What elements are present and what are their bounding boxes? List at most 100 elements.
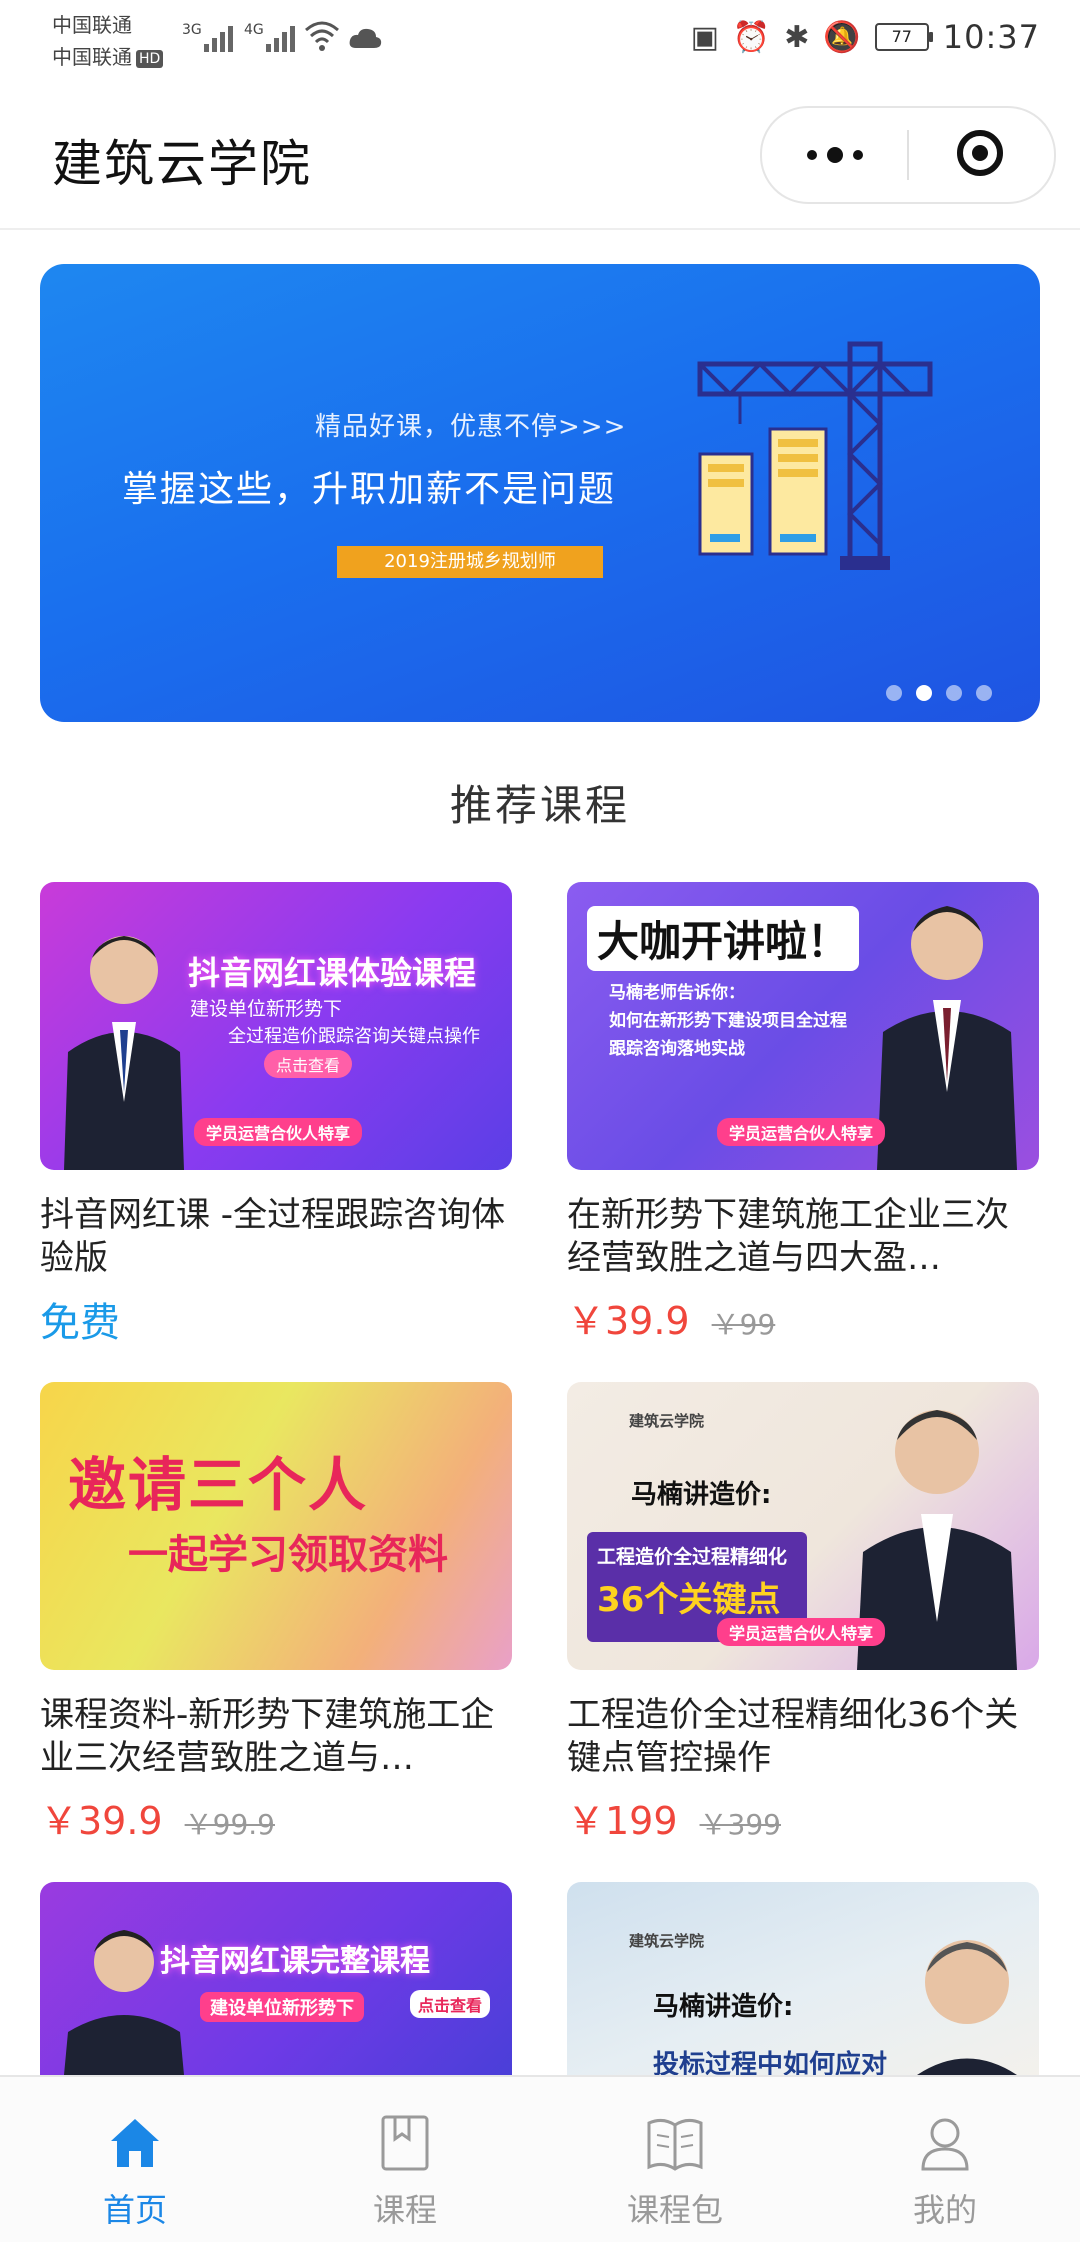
course-card[interactable]: 大咖开讲啦！ 马楠老师告诉你： 如何在新形势下建设项目全过程 跟踪咨询落地实战 …: [567, 882, 1039, 1345]
network-3g-label: 3G: [182, 22, 202, 38]
course-thumbnail: 抖音网红课体验课程 建设单位新形势下 全过程造价跟踪咨询关键点操作 点击查看 学…: [40, 882, 512, 1170]
course-card[interactable]: 抖音网红课完整课程 建设单位新形势下 点击查看: [40, 1882, 512, 2075]
thumb-button: 点击查看: [410, 1990, 491, 2018]
cloud-icon: [348, 26, 382, 54]
mute-icon: 🔕: [823, 19, 861, 55]
course-card[interactable]: 建筑云学院 马楠讲造价: 工程造价全过程精细化 36个关键点 学员运营合伙人特享…: [567, 1382, 1039, 1845]
teacher-photo: [867, 882, 1027, 1170]
carrier-2-label: 中国联通: [52, 45, 132, 69]
thumb-title: 抖音网红课体验课程: [188, 954, 477, 992]
promo-banner[interactable]: 精品好课，优惠不停>>> 掌握这些，升职加薪不是问题 2019注册城乡规划师: [40, 264, 1040, 722]
course-card[interactable]: 抖音网红课体验课程 建设单位新形势下 全过程造价跟踪咨询关键点操作 点击查看 学…: [40, 882, 512, 1348]
thumb-subtitle-2: 全过程造价跟踪咨询关键点操作: [228, 1026, 480, 1047]
bottom-tab-bar: 首页 课程 课程包 我的: [0, 2075, 1080, 2242]
course-card[interactable]: 邀请三个人 一起学习领取资料 课程资料-新形势下建筑施工企业三次经营致胜之道与……: [40, 1382, 512, 1845]
carousel-dot[interactable]: [886, 685, 902, 701]
thumb-subtitle-3: 跟踪咨询落地实战: [609, 1039, 745, 1059]
thumb-logo: 建筑云学院: [629, 1412, 705, 1430]
course-thumbnail: 邀请三个人 一起学习领取资料: [40, 1382, 512, 1670]
tab-mine[interactable]: 我的: [810, 2077, 1080, 2242]
thumb-subtitle: 工程造价全过程精细化: [597, 1546, 788, 1568]
tab-label: 课程: [372, 2191, 437, 2229]
teacher-photo: [54, 912, 194, 1170]
status-right-group: ▣ ⏰ ✱ 🔕 77 10:37: [691, 18, 1040, 56]
thumb-title: 大咖开讲啦！: [587, 906, 860, 971]
bluetooth-icon: ✱: [784, 19, 810, 55]
crane-illustration: [680, 334, 940, 578]
price-row: 免费: [40, 1290, 512, 1348]
capsule-divider: [907, 130, 909, 180]
banner-label: 2019注册城乡规划师: [337, 546, 603, 578]
thumb-subtitle: 建设单位新形势下: [200, 1992, 364, 2022]
course-title: 课程资料-新形势下建筑施工企业三次经营致胜之道与…: [40, 1695, 495, 1778]
thumb-title: 抖音网红课完整课程: [160, 1944, 430, 1979]
signal-bars-2-icon: [266, 22, 295, 52]
alarm-icon: ⏰: [732, 19, 771, 55]
course-title: 抖音网红课 -全过程跟踪咨询体验版: [40, 1195, 506, 1278]
course-thumbnail: 抖音网红课完整课程 建设单位新形势下 点击查看: [40, 1882, 512, 2075]
thumb-logo: 建筑云学院: [629, 1932, 705, 1950]
book-icon: [375, 2113, 435, 2173]
close-target-button[interactable]: [957, 130, 1003, 176]
home-icon: [105, 2113, 165, 2173]
price-row: ￥199 ￥399: [567, 1790, 1039, 1845]
section-title: 推荐课程: [449, 781, 630, 830]
status-bar: 中国联通 中国联通 HD 3G 4G ▣ ⏰ ✱ 🔕 77 10:37: [0, 0, 1080, 80]
thumb-subtitle-2: 如何在新形势下建设项目全过程: [609, 1011, 847, 1031]
open-book-icon: [645, 2113, 705, 2173]
wifi-icon: [304, 20, 340, 56]
thumb-subtitle: 马楠老师告诉你：: [609, 983, 745, 1003]
tab-course-package[interactable]: 课程包: [540, 2077, 810, 2242]
carousel-dots: [886, 685, 992, 701]
teacher-photo: [897, 1902, 1027, 2075]
price-row: ￥39.9 ￥99: [567, 1290, 1039, 1345]
thumb-subtitle-2: 36个关键点: [597, 1580, 781, 1620]
mini-program-capsule: [760, 106, 1056, 204]
carrier-2: 中国联通 HD: [52, 44, 164, 70]
user-icon: [915, 2113, 975, 2173]
thumb-button: 点击查看: [264, 1050, 353, 1078]
thumb-title: 马楠讲造价:: [631, 1480, 772, 1510]
thumb-title: 马楠讲造价:: [653, 1992, 794, 2022]
banner-headline: 掌握这些，升职加薪不是问题: [122, 469, 617, 510]
course-card[interactable]: 建筑云学院 马楠讲造价: 投标过程中如何应对: [567, 1882, 1039, 2075]
network-4g-label: 4G: [244, 22, 264, 38]
course-thumbnail: 大咖开讲啦！ 马楠老师告诉你： 如何在新形势下建设项目全过程 跟踪咨询落地实战 …: [567, 882, 1039, 1170]
course-price: ￥199: [567, 1799, 678, 1843]
tab-label: 课程包: [626, 2191, 723, 2229]
thumb-subtitle: 投标过程中如何应对: [653, 2050, 888, 2075]
carousel-dot[interactable]: [976, 685, 992, 701]
carousel-dot[interactable]: [946, 685, 962, 701]
course-thumbnail: 建筑云学院 马楠讲造价: 投标过程中如何应对: [567, 1882, 1039, 2075]
banner-tag: 精品好课，优惠不停>>>: [315, 412, 627, 442]
course-price: 免费: [40, 1300, 120, 1346]
thumb-title: 邀请三个人: [68, 1451, 369, 1519]
course-price: ￥39.9: [40, 1799, 163, 1843]
course-original-price: ￥399: [699, 1808, 781, 1841]
course-price: ￥39.9: [567, 1299, 690, 1343]
carousel-dot-active[interactable]: [916, 685, 932, 701]
thumb-subtitle: 建设单位新形势下: [190, 998, 343, 1020]
more-button[interactable]: [762, 108, 907, 202]
thumb-badge: 学员运营合伙人特享: [717, 1118, 886, 1146]
tab-course[interactable]: 课程: [270, 2077, 540, 2242]
signal-bars-1-icon: [204, 22, 233, 52]
hd-badge: HD: [136, 49, 164, 68]
course-thumbnail: 建筑云学院 马楠讲造价: 工程造价全过程精细化 36个关键点 学员运营合伙人特享: [567, 1382, 1039, 1670]
clock: 10:37: [942, 18, 1040, 56]
course-original-price: ￥99: [711, 1308, 776, 1341]
title-bar: 建筑云学院: [0, 80, 1080, 230]
course-original-price: ￥99.9: [184, 1808, 275, 1841]
course-title: 在新形势下建筑施工企业三次经营致胜之道与四大盈…: [567, 1195, 1009, 1278]
tab-label: 首页: [102, 2191, 167, 2229]
thumb-subtitle: 一起学习领取资料: [128, 1532, 448, 1578]
page-title: 建筑云学院: [52, 135, 312, 193]
tab-label: 我的: [912, 2191, 977, 2229]
tab-home[interactable]: 首页: [0, 2077, 270, 2242]
course-title: 工程造价全过程精细化36个关键点管控操作: [567, 1695, 1019, 1778]
thumb-badge: 学员运营合伙人特享: [194, 1118, 363, 1146]
price-row: ￥39.9 ￥99.9: [40, 1790, 512, 1845]
thumb-badge: 学员运营合伙人特享: [717, 1618, 886, 1646]
nfc-icon: ▣: [690, 19, 719, 55]
carrier-1: 中国联通: [52, 13, 132, 37]
